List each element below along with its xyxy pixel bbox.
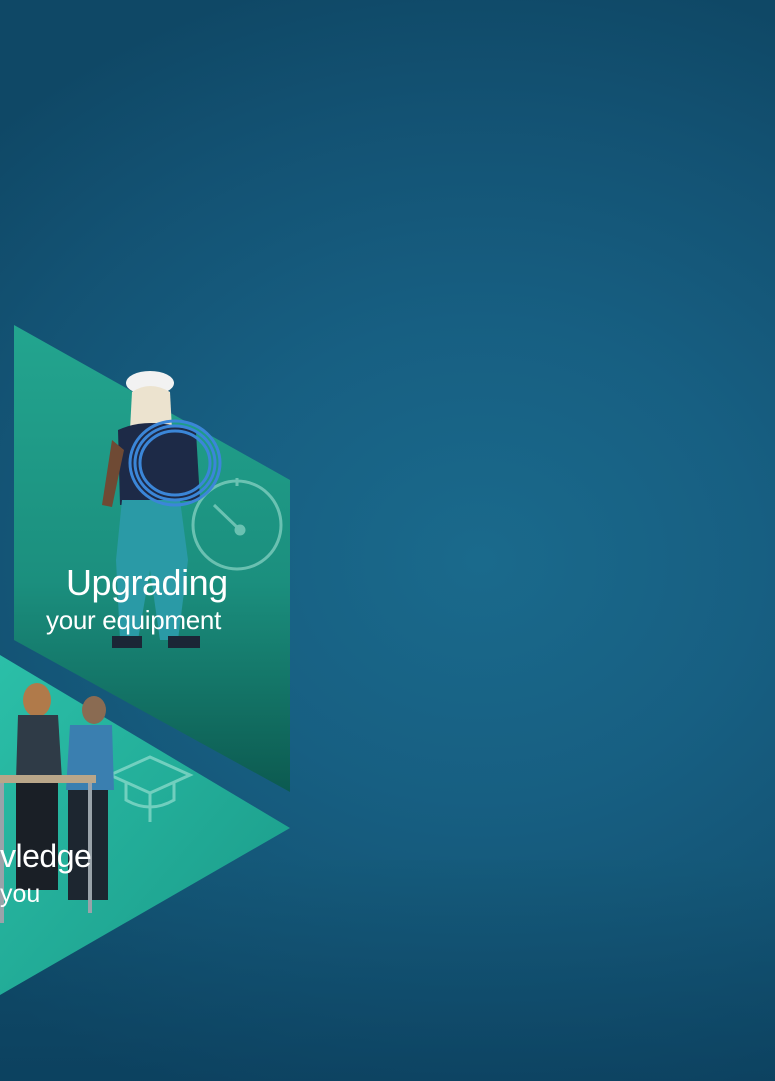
knowledge-subtitle: you (0, 880, 41, 908)
upgrade-title: Upgrading (66, 562, 228, 603)
knowledge-title: vledge (0, 838, 92, 874)
hexagon-panels (0, 325, 290, 995)
upgrade-subtitle: your equipment (46, 605, 222, 635)
